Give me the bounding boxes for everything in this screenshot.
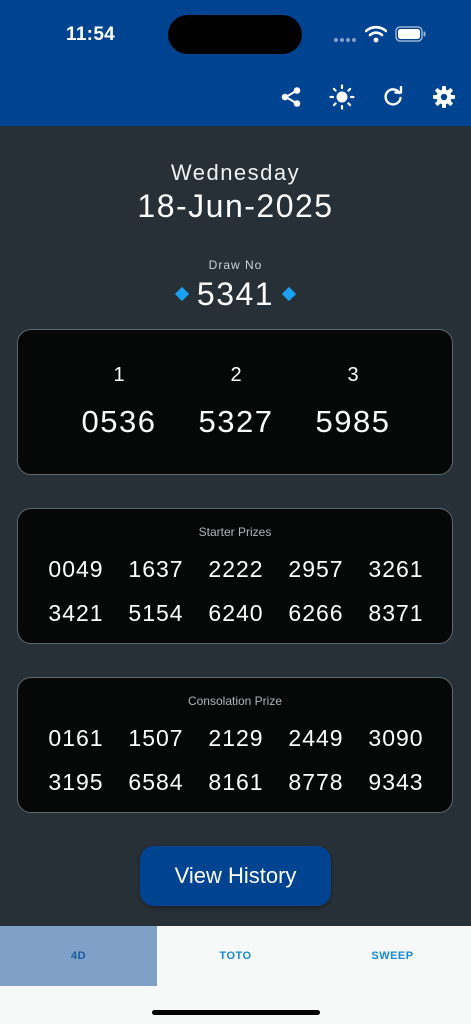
date-label: 18-Jun-2025 <box>137 188 334 224</box>
prize-number: 2222 <box>208 556 264 582</box>
prize-number: 2957 <box>288 556 344 582</box>
top-prizes-card: 1 2 3 0536 5327 5985 <box>17 329 453 475</box>
prize-number: 1507 <box>128 725 184 751</box>
consolation-row-1: 0161 1507 2129 2449 3090 <box>18 725 452 755</box>
share-button[interactable] <box>274 80 308 114</box>
prize-number: 3421 <box>48 600 104 626</box>
rank-1-label: 1 <box>113 364 125 386</box>
dynamic-island <box>168 15 302 54</box>
starter-prizes-title: Starter Prizes <box>198 525 272 539</box>
prize-number: 6584 <box>128 769 184 795</box>
app-header: 11:54 <box>0 0 471 126</box>
weekday-label: Wednesday <box>170 160 301 185</box>
previous-draw-icon[interactable] <box>174 286 189 302</box>
refresh-icon <box>384 86 403 106</box>
top-prize-numbers: 0536 5327 5985 <box>18 404 452 444</box>
rank-2-label: 2 <box>230 364 242 386</box>
starter-row-1: 0049 1637 2222 2957 3261 <box>18 556 452 586</box>
second-prize-number: 5327 <box>198 404 274 439</box>
starter-row-2: 3421 5154 6240 6266 8371 <box>18 600 452 630</box>
status-time: 11:54 <box>66 24 116 45</box>
prize-number: 3090 <box>368 725 424 751</box>
starter-prizes-card: Starter Prizes 0049 1637 2222 2957 3261 … <box>17 508 453 644</box>
draw-number: 5341 <box>196 275 275 312</box>
first-prize-number: 0536 <box>81 404 157 439</box>
third-prize-number: 5985 <box>315 404 391 439</box>
brightness-icon <box>329 84 355 110</box>
prize-number: 3195 <box>48 769 104 795</box>
prize-number: 0049 <box>48 556 104 582</box>
prize-number: 8371 <box>368 600 424 626</box>
prize-number: 2449 <box>288 725 344 751</box>
prize-number: 6240 <box>208 600 264 626</box>
prize-rank-row: 1 2 3 <box>18 364 452 388</box>
next-draw-icon[interactable] <box>282 286 297 302</box>
theme-toggle-button[interactable] <box>325 80 359 114</box>
tab-4d[interactable]: 4D <box>0 926 157 986</box>
prize-number: 2129 <box>208 725 264 751</box>
prize-number: 9343 <box>368 769 424 795</box>
prize-number: 6266 <box>288 600 344 626</box>
home-indicator <box>152 1010 320 1015</box>
prize-number: 0161 <box>48 725 104 751</box>
battery-icon <box>395 26 426 42</box>
tab-sweep[interactable]: SWEEP <box>314 926 471 986</box>
prize-number: 5154 <box>128 600 184 626</box>
refresh-button[interactable] <box>376 80 410 114</box>
signal-icon <box>334 38 358 42</box>
consolation-row-2: 3195 6584 8161 8778 9343 <box>18 769 452 799</box>
consolation-prize-title: Consolation Prize <box>187 694 283 708</box>
prize-number: 3261 <box>368 556 424 582</box>
view-history-button[interactable]: View History <box>140 846 331 906</box>
gear-icon <box>433 86 455 108</box>
prize-number: 8778 <box>288 769 344 795</box>
draw-date: Wednesday 18-Jun-2025 <box>0 160 471 225</box>
draw-number-selector: 5341 <box>0 274 471 314</box>
tab-toto[interactable]: TOTO <box>157 926 314 986</box>
rank-3-label: 3 <box>347 364 359 386</box>
prize-number: 1637 <box>128 556 184 582</box>
share-icon <box>281 87 301 107</box>
consolation-prizes-card: Consolation Prize 0161 1507 2129 2449 30… <box>17 677 453 813</box>
draw-no-label: Draw No <box>208 258 263 272</box>
wifi-icon <box>365 25 387 43</box>
prize-number: 8161 <box>208 769 264 795</box>
settings-button[interactable] <box>427 80 461 114</box>
